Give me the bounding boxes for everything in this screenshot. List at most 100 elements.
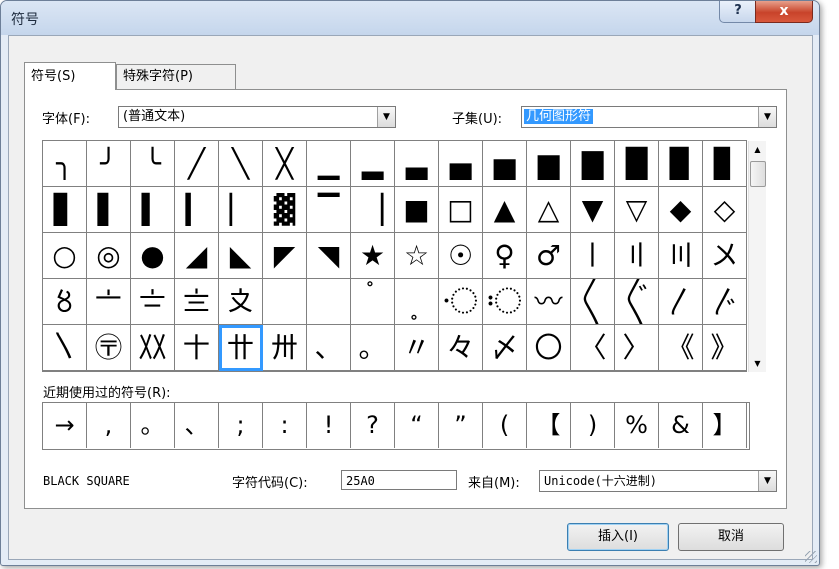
symbol-cell[interactable]: 〈 [571,325,615,371]
cancel-button[interactable]: 取消 [678,523,784,551]
symbol-cell[interactable]: 〤 [703,233,747,279]
symbol-cell[interactable]: ▍ [131,187,175,233]
symbol-cell[interactable]: ▃ [395,141,439,187]
symbol-cell[interactable]: ╳ [263,141,307,187]
symbol-cell[interactable]: ▎ [175,187,219,233]
symbol-cell[interactable]: ◇ [703,187,747,233]
recent-symbol-cell[interactable]: ? [351,403,395,448]
tab-symbols[interactable]: 符号(S) [24,62,116,90]
symbol-cell[interactable]: ● [131,233,175,279]
symbol-cell[interactable]: 〫 [307,279,351,325]
symbol-cell[interactable]: ╲ [219,141,263,187]
recent-symbol-cell[interactable]: 【 [527,403,571,448]
symbol-cell[interactable]: ▏ [219,187,263,233]
chevron-down-icon[interactable]: ▼ [377,107,395,127]
insert-button[interactable]: 插入(I) [567,523,669,551]
symbol-cell[interactable]: 〲 [615,279,659,325]
symbol-cell[interactable]: ▆ [527,141,571,187]
scroll-thumb[interactable] [750,161,766,187]
symbol-cell[interactable]: ▂ [351,141,395,187]
scroll-down-arrow-icon[interactable]: ▼ [749,355,766,372]
symbol-cell[interactable]: 〰 [527,279,571,325]
recent-symbol-cell[interactable]: : [263,403,307,448]
symbol-cell[interactable]: 〬 [351,279,395,325]
symbol-cell[interactable]: 〩 [219,279,263,325]
symbol-cell[interactable]: ▇ [571,141,615,187]
recent-symbol-cell[interactable]: 】 [703,403,747,448]
symbol-cell[interactable]: 〱 [571,279,615,325]
symbol-cell[interactable]: 〴 [703,279,747,325]
symbol-cell[interactable]: ▋ [43,187,87,233]
recent-symbol-cell[interactable]: , [87,403,131,448]
symbol-cell[interactable]: △ [527,187,571,233]
symbol-cell[interactable]: ╮ [43,141,87,187]
resize-grip-icon[interactable] [805,551,817,563]
recent-symbol-cell[interactable]: “ [395,403,439,448]
symbol-cell[interactable]: 〧 [131,279,175,325]
font-combobox[interactable]: (普通文本) ▼ [118,106,396,128]
char-code-input[interactable]: 25A0 [341,470,457,490]
symbol-cell[interactable]: ▅ [483,141,527,187]
help-button[interactable]: ? [719,1,757,23]
symbol-cell[interactable]: 〥 [43,279,87,325]
symbol-cell[interactable]: 〺 [263,325,307,371]
recent-symbol-cell[interactable]: ! [307,403,351,448]
symbol-cell[interactable]: ■ [395,187,439,233]
symbol-cell[interactable]: 〶 [87,325,131,371]
symbol-cell[interactable]: 〮 [439,279,483,325]
symbol-cell[interactable]: 〆 [483,325,527,371]
from-combobox[interactable]: Unicode(十六进制) ▼ [539,470,777,492]
symbol-cell[interactable]: ★ [351,233,395,279]
symbol-cell[interactable]: ◥ [307,233,351,279]
symbol-cell[interactable]: ▌ [87,187,131,233]
symbol-cell[interactable]: ◤ [263,233,307,279]
symbol-cell[interactable]: ◎ [87,233,131,279]
symbol-cell[interactable]: 々 [439,325,483,371]
recent-symbol-cell[interactable]: ) [571,403,615,448]
symbol-cell[interactable]: █ [615,141,659,187]
symbol-grid-scrollbar[interactable]: ▲ ▼ [748,141,766,372]
symbol-cell[interactable]: ○ [43,233,87,279]
chevron-down-icon[interactable]: ▼ [758,107,776,127]
symbol-cell[interactable]: ▉ [659,141,703,187]
symbol-cell[interactable]: ▓ [263,187,307,233]
symbol-cell[interactable]: 〷 [131,325,175,371]
symbol-cell[interactable]: ☉ [439,233,483,279]
symbol-cell[interactable]: 〡 [571,233,615,279]
recent-symbol-cell[interactable]: → [43,403,87,448]
symbol-cell[interactable]: 〭 [395,279,439,325]
symbol-cell[interactable]: ♂ [527,233,571,279]
symbol-cell[interactable]: 〳 [659,279,703,325]
symbol-cell[interactable]: 〦 [87,279,131,325]
symbol-cell[interactable]: ╯ [87,141,131,187]
symbol-cell[interactable]: 〹 [219,325,263,371]
symbol-cell[interactable]: 〯 [483,279,527,325]
symbol-cell[interactable]: 《 [659,325,703,371]
recent-symbol-cell[interactable]: ( [483,403,527,448]
symbol-cell[interactable]: ▊ [703,141,747,187]
recent-symbol-cell[interactable]: 、 [175,403,219,448]
tab-special-characters[interactable]: 特殊字符(P) [116,64,236,89]
symbol-cell[interactable]: 〣 [659,233,703,279]
symbol-cell[interactable]: 〃 [395,325,439,371]
symbol-cell[interactable]: ☆ [395,233,439,279]
symbol-cell[interactable]: ▽ [615,187,659,233]
symbol-cell[interactable]: ◆ [659,187,703,233]
chevron-down-icon[interactable]: ▼ [758,471,776,491]
scroll-up-arrow-icon[interactable]: ▲ [749,141,766,158]
symbol-cell[interactable]: 、 [307,325,351,371]
symbol-cell[interactable]: ◢ [175,233,219,279]
symbol-cell[interactable]: ♀ [483,233,527,279]
recent-symbol-cell[interactable]: ” [439,403,483,448]
subset-combobox[interactable]: 几何图形符 ▼ [521,106,777,128]
recent-symbol-cell[interactable]: & [659,403,703,448]
symbol-cell[interactable]: 〪 [263,279,307,325]
symbol-cell[interactable]: 〢 [615,233,659,279]
close-button[interactable]: x [755,1,813,23]
symbol-cell[interactable]: 》 [703,325,747,371]
symbol-cell[interactable]: ▁ [307,141,351,187]
symbol-cell[interactable]: ▲ [483,187,527,233]
recent-symbol-cell[interactable]: ; [219,403,263,448]
symbol-cell[interactable]: ▕ [351,187,395,233]
recent-symbol-cell[interactable]: % [615,403,659,448]
